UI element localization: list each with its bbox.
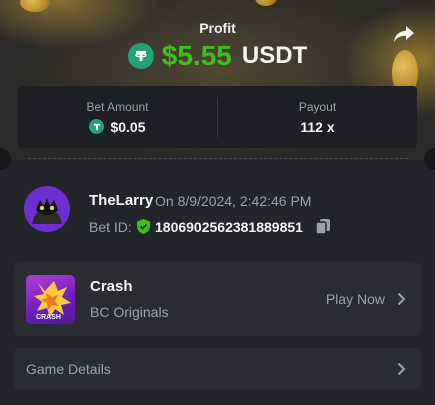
bet-id-label: Bet ID: — [89, 219, 132, 235]
bet-id: 1806902562381889851 — [155, 219, 303, 235]
bet-amount-value: $0.05 — [110, 118, 146, 135]
payout-stat: Payout 112 x — [218, 86, 417, 148]
tether-icon — [127, 43, 154, 69]
payout-value: 112 x — [300, 118, 335, 135]
bet-date: On 8/9/2024, 2:42:46 PM — [155, 193, 312, 209]
thumb-text: CRASH — [36, 314, 61, 321]
user-info: TheLarry On 8/9/2024, 2:42:46 PM Bet ID:… — [24, 186, 414, 238]
chevron-right-icon — [397, 362, 406, 376]
profit-row: $5.55 USDT — [0, 40, 435, 72]
chevron-right-icon — [397, 292, 406, 306]
username[interactable]: TheLarry — [89, 192, 153, 209]
game-name: Crash — [90, 278, 133, 295]
bet-details-card: Profit $5.55 USDT Bet Amount $0.05 Payou… — [0, 0, 435, 405]
tether-icon — [89, 119, 105, 134]
payout-label: Payout — [298, 99, 337, 114]
profit-amount: $5.55 — [161, 40, 232, 71]
copy-icon[interactable] — [315, 218, 331, 235]
bet-amount-label: Bet Amount — [86, 99, 149, 114]
decor-coin-icon — [255, 0, 277, 6]
bet-amount-stat: Bet Amount $0.05 — [18, 86, 217, 148]
profit-title: Profit — [199, 20, 236, 36]
bet-amount-value-row: $0.05 — [89, 118, 146, 135]
verified-shield-icon — [136, 218, 151, 235]
profit-currency: USDT — [241, 42, 308, 69]
crash-game-thumbnail: CRASH — [26, 275, 75, 324]
game-details-row[interactable]: Game Details — [14, 348, 421, 390]
avatar[interactable] — [24, 186, 70, 232]
play-now-button[interactable]: Play Now — [326, 291, 385, 307]
stats-panel: Bet Amount $0.05 Payout 112 x — [18, 86, 417, 148]
dashed-divider — [28, 158, 408, 159]
game-details-label: Game Details — [26, 361, 111, 377]
ticket-notch-right — [424, 148, 435, 170]
share-arrow-icon[interactable] — [393, 24, 415, 44]
game-row[interactable]: CRASH Crash BC Originals Play Now — [14, 262, 421, 336]
decor-coin-icon — [20, 0, 50, 12]
game-provider: BC Originals — [90, 304, 169, 320]
